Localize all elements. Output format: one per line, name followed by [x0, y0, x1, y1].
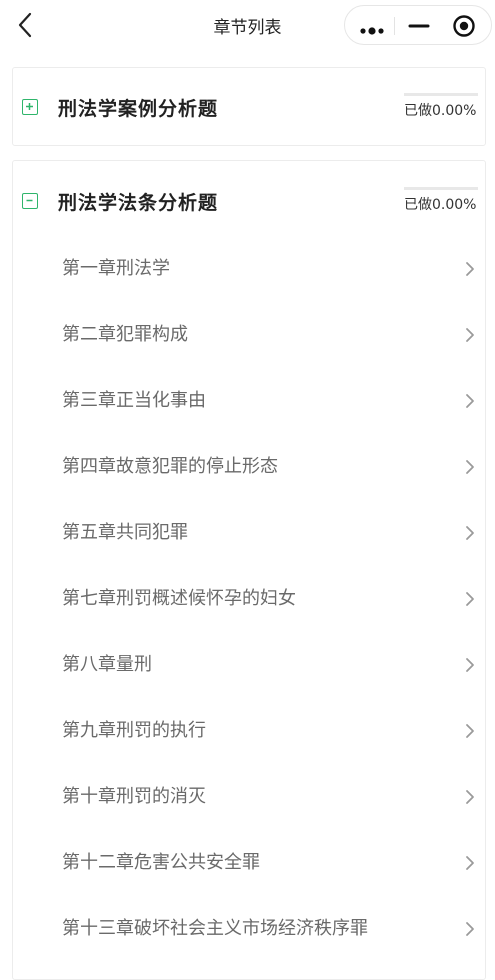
- chevron-right-icon: [466, 328, 474, 342]
- section-card-statute-analysis: 刑法学法条分析题 已做0.00% 第一章刑法学 第二章犯罪构成 第三章正当化事由…: [12, 160, 486, 980]
- progress-label: 已做0.00%: [404, 197, 477, 213]
- chapter-label: 第五章共同犯罪: [62, 522, 188, 543]
- section-header[interactable]: 刑法学法条分析题 已做0.00%: [13, 161, 487, 241]
- chapter-label: 第十章刑罚的消灭: [62, 786, 206, 807]
- chapter-item[interactable]: 第十三章破坏社会主义市场经济秩序罪: [13, 895, 487, 961]
- chapter-label: 第二章犯罪构成: [62, 324, 188, 345]
- chapter-item[interactable]: 第十二章危害公共安全罪: [13, 829, 487, 895]
- chapter-label: 第四章故意犯罪的停止形态: [62, 456, 278, 477]
- chevron-right-icon: [466, 658, 474, 672]
- progress-bar: [404, 187, 478, 190]
- chapter-item[interactable]: 第九章刑罚的执行: [13, 697, 487, 763]
- nav-bar: 章节列表: [0, 0, 495, 50]
- chapter-item[interactable]: 第二章犯罪构成: [13, 301, 487, 367]
- chapter-label: 第三章正当化事由: [62, 390, 206, 411]
- chapter-item[interactable]: 第三章正当化事由: [13, 367, 487, 433]
- chevron-right-icon: [466, 262, 474, 276]
- chapter-item[interactable]: 第五章共同犯罪: [13, 499, 487, 565]
- progress-label: 已做0.00%: [404, 103, 477, 119]
- chapter-item[interactable]: 第四章故意犯罪的停止形态: [13, 433, 487, 499]
- chevron-right-icon: [466, 724, 474, 738]
- chapter-item[interactable]: 第七章刑罚概述候怀孕的妇女: [13, 565, 487, 631]
- chapter-list: 第一章刑法学 第二章犯罪构成 第三章正当化事由 第四章故意犯罪的停止形态 第五章…: [13, 235, 487, 961]
- chapter-item[interactable]: 第十章刑罚的消灭: [13, 763, 487, 829]
- section-title: 刑法学案例分析题: [58, 98, 219, 120]
- section-title: 刑法学法条分析题: [58, 192, 219, 214]
- chapter-label: 第九章刑罚的执行: [62, 720, 206, 741]
- chapter-item[interactable]: 第八章量刑: [13, 631, 487, 697]
- collapse-minus-icon[interactable]: [22, 193, 38, 209]
- chapter-label: 第七章刑罚概述候怀孕的妇女: [62, 588, 296, 609]
- more-dots-icon[interactable]: [359, 21, 385, 35]
- progress-bar: [404, 93, 478, 96]
- expand-plus-icon[interactable]: [22, 99, 38, 115]
- section-card-case-analysis: 刑法学案例分析题 已做0.00%: [12, 67, 486, 146]
- target-circle-icon[interactable]: [452, 14, 476, 38]
- chapter-label: 第八章量刑: [62, 654, 152, 675]
- chapter-label: 第十三章破坏社会主义市场经济秩序罪: [62, 918, 368, 939]
- chapter-label: 第一章刑法学: [62, 258, 170, 279]
- mini-program-capsule: [344, 5, 492, 45]
- chevron-right-icon: [466, 592, 474, 606]
- chapter-item[interactable]: 第一章刑法学: [13, 235, 487, 301]
- chevron-right-icon: [466, 526, 474, 540]
- chevron-right-icon: [466, 856, 474, 870]
- chapter-label: 第十二章危害公共安全罪: [62, 852, 260, 873]
- chevron-right-icon: [466, 460, 474, 474]
- capsule-divider: [394, 17, 395, 35]
- minimize-icon[interactable]: [407, 17, 431, 35]
- section-header[interactable]: 刑法学案例分析题 已做0.00%: [13, 68, 487, 148]
- chevron-right-icon: [466, 790, 474, 804]
- chevron-right-icon: [466, 922, 474, 936]
- chevron-right-icon: [466, 394, 474, 408]
